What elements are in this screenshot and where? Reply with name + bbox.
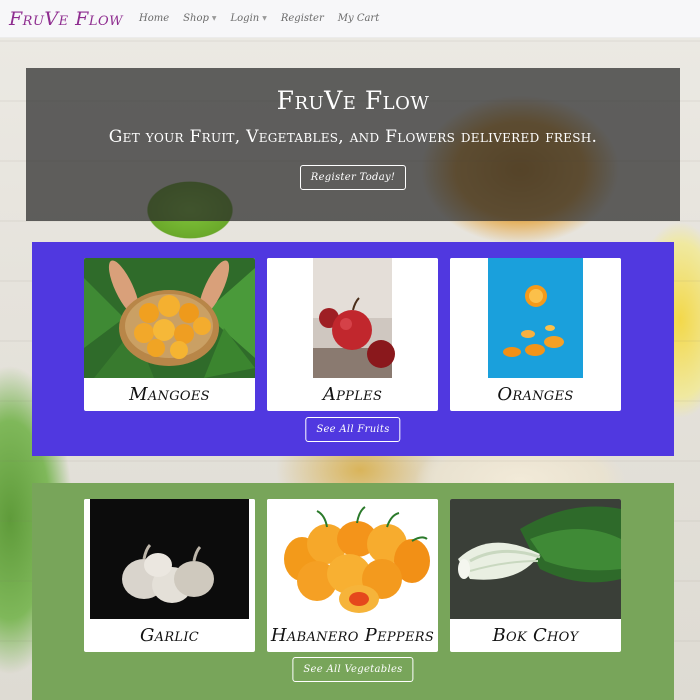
product-name: Bok Choy: [492, 625, 579, 646]
product-name: Mangoes: [129, 384, 210, 405]
fruits-section: Mangoes Apples Oranges See All Fruits: [32, 242, 674, 456]
oranges-image: [450, 258, 621, 378]
nav-my-cart-label: My Cart: [337, 13, 380, 24]
mangoes-image: [84, 258, 255, 378]
nav-my-cart[interactable]: My Cart: [338, 13, 379, 24]
vegetables-section: Garlic Habanero Peppers Bok Choy See All…: [32, 483, 674, 700]
product-card-apples[interactable]: Apples: [267, 258, 438, 411]
product-name: Habanero Peppers: [270, 625, 435, 646]
see-all-fruits-button[interactable]: See All Fruits: [305, 417, 401, 442]
product-name: Oranges: [497, 384, 574, 405]
product-card-mangoes[interactable]: Mangoes: [84, 258, 255, 411]
nav-home[interactable]: Home: [139, 13, 169, 24]
nav-login-dropdown[interactable]: Login ▼: [231, 13, 267, 24]
register-today-button[interactable]: Register Today!: [299, 165, 407, 190]
chevron-down-icon: ▼: [211, 15, 217, 22]
see-all-vegetables-button[interactable]: See All Vegetables: [292, 657, 414, 682]
product-name: Garlic: [139, 625, 200, 646]
brand-logo[interactable]: FruVe Flow: [9, 8, 123, 30]
nav-register-label: Register: [280, 13, 324, 24]
product-name: Apples: [322, 384, 383, 405]
apples-image: [267, 258, 438, 378]
nav-login-label: Login: [230, 13, 260, 24]
nav-shop-dropdown[interactable]: Shop ▼: [183, 13, 216, 24]
hero-title: FruVe Flow: [276, 86, 430, 115]
bok-choy-image: [450, 499, 621, 619]
hero-banner: FruVe Flow Get your Fruit, Vegetables, a…: [26, 68, 680, 221]
product-card-oranges[interactable]: Oranges: [450, 258, 621, 411]
habanero-peppers-image: [267, 499, 438, 619]
garlic-image: [84, 499, 255, 619]
product-card-bok-choy[interactable]: Bok Choy: [450, 499, 621, 652]
hero-subtitle: Get your Fruit, Vegetables, and Flowers …: [108, 127, 598, 147]
nav-register[interactable]: Register: [281, 13, 324, 24]
nav-shop-label: Shop: [183, 13, 209, 24]
navbar: FruVe Flow Home Shop ▼ Login ▼ Register My…: [0, 0, 700, 38]
product-card-habanero-peppers[interactable]: Habanero Peppers: [267, 499, 438, 652]
nav-home-label: Home: [139, 13, 170, 24]
product-card-garlic[interactable]: Garlic: [84, 499, 255, 652]
chevron-down-icon: ▼: [262, 15, 267, 22]
